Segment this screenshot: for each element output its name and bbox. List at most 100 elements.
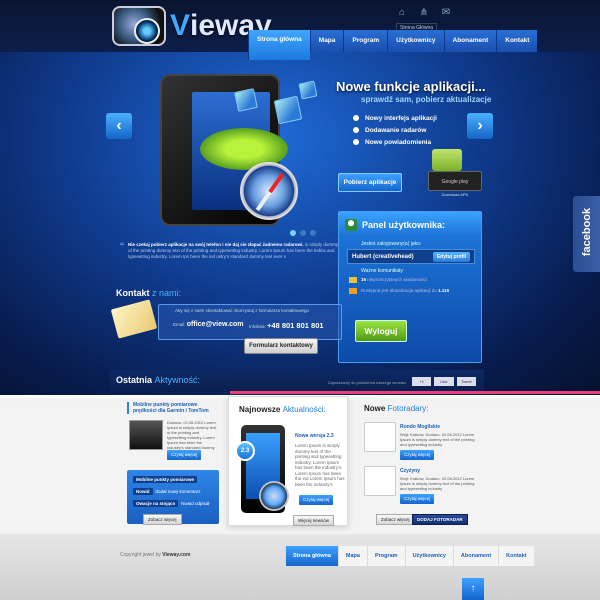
footer-nav-map[interactable]: Mapa: [337, 546, 367, 566]
contact-section: Kontakt z nami: Aby się z nami skontakto…: [110, 288, 342, 354]
envelope-icon: [349, 277, 357, 283]
social-buttons: +1 Like Tweet: [412, 377, 476, 386]
news-item-text: Lorem Ipsum is simply dummy text of the …: [295, 443, 345, 487]
footer-nav-users[interactable]: Użytkownicy: [404, 546, 453, 566]
slider-dot[interactable]: [300, 230, 306, 236]
slider-dot[interactable]: [310, 230, 316, 236]
list-item[interactable]: Nowid dodał nowy komentarz: [133, 488, 201, 495]
footer-nav: Strona główna Mapa Program Użytkownicy A…: [285, 546, 534, 566]
facebook-label: facebook: [581, 207, 593, 257]
copyright: Copyright jewel by Vieway.com: [120, 552, 191, 558]
nav-home[interactable]: Strona główna: [248, 30, 310, 60]
nav-map[interactable]: Mapa: [309, 30, 344, 52]
username-field: Hubert (creativehead) Edytuj profil: [347, 249, 475, 264]
contact-box: Aby się z nami skontaktować skorzystaj z…: [158, 304, 342, 340]
like-button[interactable]: Like: [434, 377, 454, 386]
unread-messages[interactable]: 15 nieprzeczytanych wiadomości: [361, 277, 427, 282]
contact-email[interactable]: Email: office@view.com: [173, 321, 244, 328]
logout-button[interactable]: Wyloguj: [355, 320, 407, 342]
see-more-button[interactable]: Zobacz więcej: [143, 514, 182, 525]
speedcam-name[interactable]: Rondo Mogilskie: [400, 424, 440, 430]
read-more-button[interactable]: Czytaj więcej: [167, 450, 202, 460]
slider-dots: [290, 230, 316, 236]
device-thumbnail: [129, 420, 163, 450]
speedcam-name[interactable]: Czyżyny: [400, 468, 420, 474]
user-panel: Panel użytkownika: Jesteś zalogowany(a) …: [338, 211, 482, 363]
user-panel-title: Panel użytkownika:: [362, 220, 446, 230]
cube-icon: [298, 80, 318, 100]
like-invite: Zapraszamy do polubienia naszego serwisu: [328, 380, 406, 385]
promo-quote: “ Nie czekaj pobierz aplikacje na swój t…: [120, 240, 348, 260]
news-item-title[interactable]: Nowa wersja 2.3: [295, 433, 334, 439]
bullet-icon: [353, 127, 359, 133]
activity-item[interactable]: Mobilne punkty pomiarowe prędkości dla G…: [127, 402, 219, 414]
feature-item: Dodawanie radarów: [353, 124, 437, 136]
activity-item-title[interactable]: Mobilne punkty pomiarowe prędkości dla G…: [127, 402, 219, 414]
quote-icon: “: [120, 240, 124, 254]
read-more-button[interactable]: Czytaj więcej: [299, 495, 334, 505]
bullet-icon: [353, 115, 359, 121]
read-more-button[interactable]: Czytaj więcej: [400, 450, 435, 460]
speedcam-meta: Wojt: Kraków, Dodano: 02.08.2012 Lorem I…: [400, 476, 475, 491]
facebook-tab[interactable]: facebook: [573, 196, 600, 272]
edit-profile-button[interactable]: Edytuj profil: [432, 252, 470, 262]
accent-line: [230, 391, 600, 394]
activity-column: Mobilne punkty pomiarowe prędkości dla G…: [117, 396, 219, 525]
compass-icon: [240, 162, 298, 220]
feature-item: Nowe powiadomienia: [353, 136, 437, 148]
update-icon: [349, 288, 357, 294]
home-icon[interactable]: ⌂: [396, 8, 408, 18]
download-apk-caption: Download APK: [441, 192, 469, 197]
slider-dot[interactable]: [290, 230, 296, 236]
activity-title: Ostatnia Aktywność:: [116, 375, 201, 385]
nav-subscription[interactable]: Abonament: [443, 30, 497, 52]
logged-as-label: Jesteś zalogowany(a) jako:: [361, 241, 422, 247]
mail-icon[interactable]: ✉: [440, 8, 452, 18]
cube-icon: [273, 95, 303, 125]
google-play-badge[interactable]: Google play Download APK: [428, 147, 482, 197]
back-to-top-button[interactable]: ↑: [462, 578, 484, 600]
contact-title: Kontakt z nami:: [116, 288, 182, 298]
see-more-button[interactable]: Zobacz więcej: [376, 514, 415, 525]
user-panel-header: Panel użytkownika:: [339, 212, 481, 238]
sitemap-icon[interactable]: ⋔: [418, 8, 430, 18]
contact-form-button[interactable]: Formularz kontaktowy: [244, 338, 318, 354]
feature-list: Nowy interfejs aplikacji Dodawanie radar…: [353, 112, 437, 148]
version-badge: 2.3: [235, 441, 255, 461]
user-icon: [345, 219, 357, 231]
news-title: Najnowsze Aktualności:: [239, 405, 326, 414]
nav-contact[interactable]: Kontakt: [496, 30, 538, 52]
list-item[interactable]: Owacje na stojąco Nowid odpisał: [133, 500, 209, 507]
quote-bold: Nie czekaj pobierz aplikacje na swój tel…: [128, 242, 304, 247]
footer: Copyright jewel by Vieway.com Strona głó…: [0, 534, 600, 600]
speedcam-meta: Wojt: Kraków, Dodano: 02.08.2012 Lorem I…: [400, 432, 475, 447]
logo-emblem-icon: [112, 6, 166, 46]
footer-nav-subscription[interactable]: Abonament: [452, 546, 499, 566]
slider-next-button[interactable]: ›: [467, 113, 493, 139]
hero-subtitle: sprawdź sam, pobierz aktualizacje: [361, 95, 492, 104]
google-plus-button[interactable]: +1: [412, 377, 432, 386]
footer-nav-program[interactable]: Program: [366, 546, 405, 566]
cube-icon: [234, 88, 258, 112]
google-play-label: Google play: [428, 171, 482, 191]
speedcam-thumbnail: [364, 422, 396, 452]
shopping-bag-icon: [432, 149, 462, 171]
read-more-button[interactable]: Czytaj więcej: [400, 494, 435, 504]
slider-prev-button[interactable]: ‹: [106, 113, 132, 139]
nav-users[interactable]: Użytkownicy: [387, 30, 444, 52]
update-notice[interactable]: Dostępna jest aktualizacja aplikacji do …: [361, 288, 449, 293]
contact-phone: Infolinia: +48 801 801 801: [249, 321, 324, 330]
download-app-button[interactable]: Pobierz aplikacje: [338, 173, 402, 192]
tweet-button[interactable]: Tweet: [456, 377, 476, 386]
footer-nav-contact[interactable]: Kontakt: [498, 546, 534, 566]
news-column: Najnowsze Aktualności: 2.3 Nowa wersja 2…: [228, 396, 348, 526]
add-speedcam-button[interactable]: DODAJ FOTORADAR: [412, 514, 468, 525]
footer-nav-home[interactable]: Strona główna: [285, 546, 338, 566]
more-news-button[interactable]: Więcej newsów: [293, 515, 335, 526]
nav-program[interactable]: Program: [343, 30, 388, 52]
messages-label: Ważne komunikaty: [361, 268, 404, 274]
list-item[interactable]: Mobilne punkty pomiarowe: [133, 476, 200, 483]
bullet-icon: [353, 139, 359, 145]
speedcam-thumbnail: [364, 466, 396, 496]
speedcam-title: Nowe Fotoradary:: [364, 404, 429, 413]
